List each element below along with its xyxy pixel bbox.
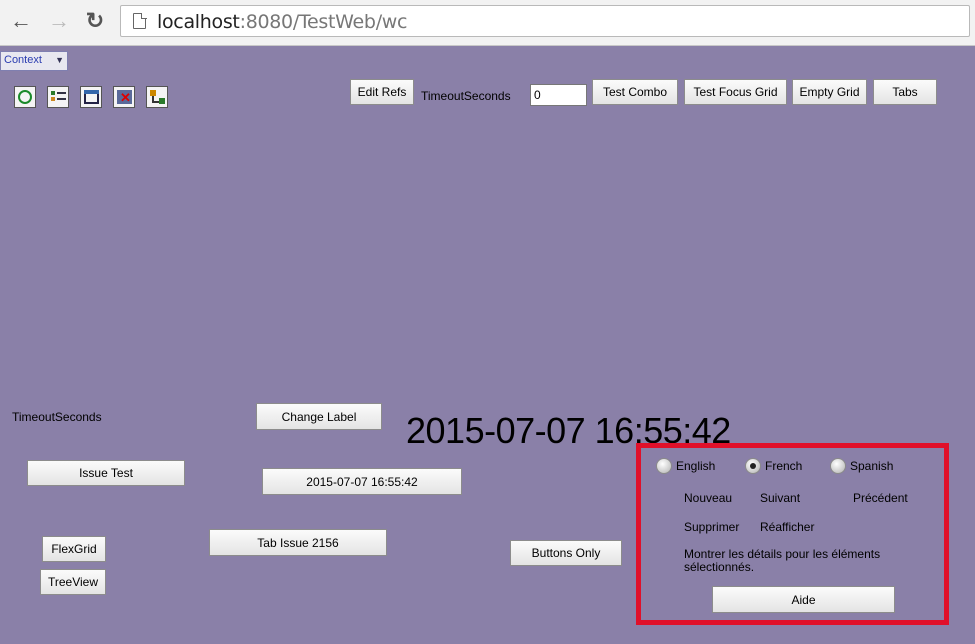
treeview-button[interactable]: TreeView <box>40 569 106 595</box>
empty-grid-button[interactable]: Empty Grid <box>792 79 867 105</box>
page-icon <box>133 12 147 29</box>
window-tool-icon[interactable] <box>80 86 102 108</box>
dropdown-arrow-icon: ▼ <box>55 55 64 65</box>
timeout-seconds-label-2: TimeoutSeconds <box>12 410 102 424</box>
aide-button[interactable]: Aide <box>712 586 895 613</box>
reload-icon[interactable]: ↻ <box>82 8 108 34</box>
radio-button-icon[interactable] <box>656 458 672 474</box>
web-page: Context ▼ ✕ Edit Refs TimeoutSeconds 0 T… <box>0 47 975 644</box>
tree-tool-icon[interactable] <box>146 86 168 108</box>
timeout-seconds-label: TimeoutSeconds <box>421 89 511 103</box>
test-focus-grid-button[interactable]: Test Focus Grid <box>684 79 787 105</box>
nouveau-label: Nouveau <box>684 491 733 505</box>
list-tool-icon[interactable] <box>47 86 69 108</box>
radio-english-label: English <box>676 459 716 473</box>
radio-button-selected-icon[interactable] <box>745 458 761 474</box>
context-dropdown-label: Context <box>4 54 42 66</box>
tabs-button[interactable]: Tabs <box>873 79 937 105</box>
back-arrow-icon[interactable]: ← <box>8 8 34 34</box>
precedent-label: Précédent <box>853 491 908 505</box>
radio-button-icon[interactable] <box>830 458 846 474</box>
date-time-button[interactable]: 2015-07-07 16:55:42 <box>262 468 462 495</box>
test-combo-button[interactable]: Test Combo <box>592 79 678 105</box>
radio-french-label: French <box>765 459 803 473</box>
buttons-only-button[interactable]: Buttons Only <box>510 540 622 566</box>
context-dropdown[interactable]: Context ▼ <box>0 51 68 71</box>
details-description: Montrer les détails pour les éléments sé… <box>684 547 881 574</box>
tab-issue-button[interactable]: Tab Issue 2156 <box>209 529 387 556</box>
radio-spanish-label: Spanish <box>850 459 894 473</box>
suivant-label: Suivant <box>760 491 801 505</box>
radio-spanish[interactable]: Spanish <box>830 458 893 474</box>
change-label-button[interactable]: Change Label <box>256 403 382 430</box>
reafficher-label: Réafficher <box>760 520 815 534</box>
browser-toolbar: ← → ↻ localhost:8080/TestWeb/wc <box>0 0 975 46</box>
supprimer-label: Supprimer <box>684 520 740 534</box>
flexgrid-button[interactable]: FlexGrid <box>42 536 106 562</box>
edit-refs-button[interactable]: Edit Refs <box>350 79 414 105</box>
refresh-tool-icon[interactable] <box>14 86 36 108</box>
radio-english[interactable]: English <box>656 458 715 474</box>
forward-arrow-icon[interactable]: → <box>46 8 72 34</box>
url-text: localhost:8080/TestWeb/wc <box>157 11 408 33</box>
timeout-seconds-input[interactable]: 0 <box>530 84 587 106</box>
radio-french[interactable]: French <box>745 458 802 474</box>
address-bar[interactable]: localhost:8080/TestWeb/wc <box>120 5 970 37</box>
issue-test-button[interactable]: Issue Test <box>27 460 185 486</box>
delete-tool-icon[interactable]: ✕ <box>113 86 135 108</box>
